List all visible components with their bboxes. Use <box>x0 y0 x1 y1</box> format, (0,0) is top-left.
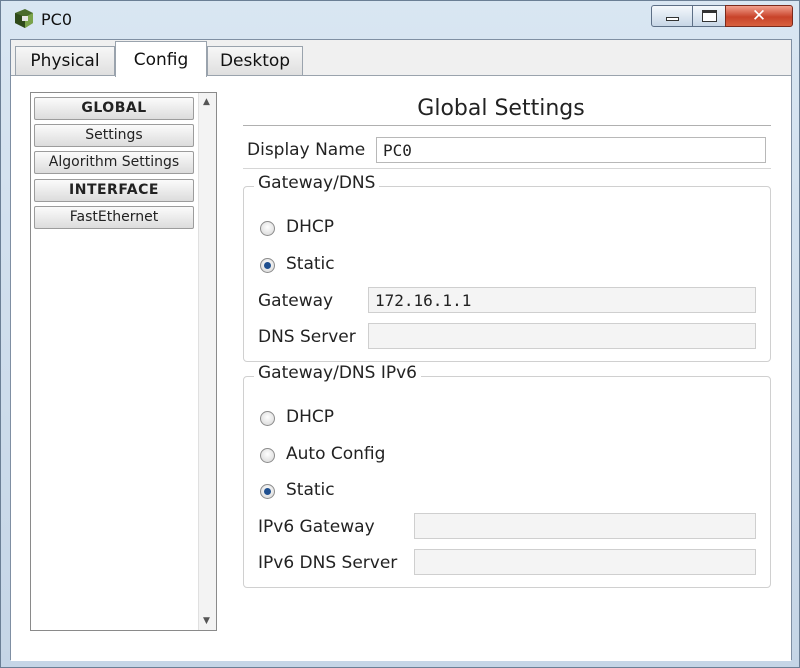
tab-physical[interactable]: Physical <box>15 46 115 76</box>
ipv6-static-label: Static <box>286 480 335 500</box>
sidebar-item-interface[interactable]: INTERFACE <box>34 179 194 202</box>
global-settings-panel: Global Settings Display Name PC0 Gateway… <box>231 92 771 632</box>
sidebar-item-global[interactable]: GLOBAL <box>34 97 194 120</box>
window-title: PC0 <box>41 10 72 29</box>
ipv6-static-radio[interactable] <box>260 484 275 499</box>
minimize-icon <box>666 17 679 21</box>
title-bar[interactable]: PC0 ✕ <box>1 1 799 39</box>
close-icon: ✕ <box>751 6 767 26</box>
display-name-label: Display Name <box>247 140 366 160</box>
sidebar-item-fastethernet[interactable]: FastEthernet <box>34 206 194 229</box>
tab-config[interactable]: Config <box>115 41 207 77</box>
close-button[interactable]: ✕ <box>725 5 793 27</box>
dns-server-field[interactable] <box>368 323 756 349</box>
gateway-dns-ipv6-group: Gateway/DNS IPv6 DHCP Auto Config Static… <box>243 363 771 588</box>
gateway-label: Gateway <box>258 291 334 311</box>
gateway-dhcp-label: DHCP <box>286 217 334 237</box>
ipv6-auto-config-label: Auto Config <box>286 444 386 464</box>
ipv6-dns-server-label: IPv6 DNS Server <box>258 553 398 573</box>
ipv6-gateway-field[interactable] <box>414 513 756 539</box>
gateway-field[interactable]: 172.16.1.1 <box>368 287 756 313</box>
minimize-button[interactable] <box>651 5 693 27</box>
display-name-divider <box>243 168 771 169</box>
display-name-field[interactable]: PC0 <box>376 137 766 163</box>
gateway-static-radio[interactable] <box>260 258 275 273</box>
sidebar-item-algorithm-settings[interactable]: Algorithm Settings <box>34 151 194 174</box>
page-title: Global Settings <box>417 96 585 121</box>
pc-app-icon <box>15 9 33 28</box>
sidebar-item-settings[interactable]: Settings <box>34 124 194 147</box>
config-body: GLOBAL Settings Algorithm Settings INTER… <box>11 76 791 661</box>
sidebar-scrollbar[interactable]: ▲ ▼ <box>198 93 216 630</box>
gateway-dns-ipv6-legend: Gateway/DNS IPv6 <box>254 363 421 383</box>
maximize-icon <box>702 10 717 22</box>
scroll-up-icon[interactable]: ▲ <box>203 97 210 107</box>
title-divider <box>243 125 771 126</box>
tab-bar: Physical Config Desktop <box>11 40 791 77</box>
config-sidebar: GLOBAL Settings Algorithm Settings INTER… <box>30 92 217 631</box>
client-area: Physical Config Desktop GLOBAL Settings … <box>10 39 792 661</box>
ipv6-dhcp-label: DHCP <box>286 407 334 427</box>
ipv6-dns-server-field[interactable] <box>414 549 756 575</box>
dns-server-label: DNS Server <box>258 327 356 347</box>
gateway-static-label: Static <box>286 254 335 274</box>
ipv6-gateway-label: IPv6 Gateway <box>258 517 375 537</box>
scroll-down-icon[interactable]: ▼ <box>203 616 210 626</box>
tab-desktop[interactable]: Desktop <box>207 46 303 76</box>
maximize-button[interactable] <box>692 5 726 27</box>
gateway-dns-legend: Gateway/DNS <box>254 173 380 193</box>
gateway-dhcp-radio[interactable] <box>260 221 275 236</box>
gateway-dns-group: Gateway/DNS DHCP Static Gateway 172.16.1… <box>243 173 771 362</box>
ipv6-dhcp-radio[interactable] <box>260 411 275 426</box>
window: PC0 ✕ Physical Config Desktop GLOBAL Set… <box>0 0 800 668</box>
ipv6-auto-config-radio[interactable] <box>260 448 275 463</box>
